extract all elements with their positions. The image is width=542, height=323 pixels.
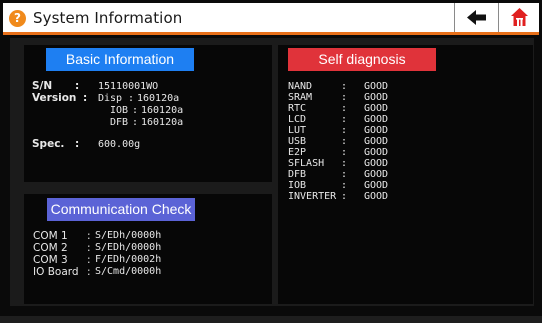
- sn-value: 15110001WO: [98, 81, 159, 92]
- version-label: Version: [32, 92, 77, 104]
- colon: :: [128, 93, 135, 104]
- arrow-left-icon: [467, 10, 486, 25]
- colon: :: [87, 266, 91, 278]
- dfb-label: DFB: [110, 117, 129, 128]
- diag-row-value: GOOD: [364, 191, 389, 202]
- com-row-label: COM 1: [33, 230, 68, 242]
- title-bar: ? System Information: [3, 3, 539, 35]
- spec-label: Spec.: [32, 138, 65, 150]
- communication-check-panel: Communication Check COM 1 : S/EDh/0000h …: [24, 194, 272, 304]
- colon: :: [83, 92, 88, 104]
- iob-version-value: 160120a: [141, 105, 184, 116]
- bottom-bar: [0, 316, 542, 323]
- com-row-label: COM 2: [33, 242, 68, 254]
- basic-information-header: Basic Information: [46, 48, 194, 71]
- com-row-label: COM 3: [33, 254, 68, 266]
- main-content: Basic Information S/N : 15110001WO Versi…: [10, 38, 534, 306]
- iob-label: IOB: [110, 105, 129, 116]
- communication-check-header: Communication Check: [47, 198, 195, 221]
- com-row-value: S/Cmd/0000h: [95, 266, 162, 277]
- disp-label: Disp: [98, 93, 123, 104]
- system-information-screen: ? System Information Basic Information S…: [0, 0, 542, 323]
- self-diagnosis-header: Self diagnosis: [288, 48, 436, 71]
- basic-information-panel: Basic Information S/N : 15110001WO Versi…: [24, 45, 272, 182]
- disp-version-value: 160120a: [137, 93, 180, 104]
- colon: :: [75, 138, 80, 150]
- colon: :: [87, 242, 91, 254]
- com-row-label: IO Board: [33, 266, 79, 278]
- help-icon[interactable]: ?: [9, 10, 26, 27]
- dfb-version-value: 160120a: [141, 117, 184, 128]
- home-button[interactable]: [500, 3, 539, 32]
- window-title: System Information: [33, 9, 183, 27]
- home-icon: [511, 8, 528, 26]
- diag-row-label: INVERTER: [288, 191, 337, 202]
- spec-value: 600.00g: [98, 139, 141, 150]
- com-row-value: S/EDh/0000h: [95, 230, 162, 241]
- title-separator: [498, 3, 499, 32]
- colon: :: [132, 105, 139, 116]
- com-row-value: F/EDh/0002h: [95, 254, 162, 265]
- com-row-value: S/EDh/0000h: [95, 242, 162, 253]
- colon: :: [75, 80, 80, 92]
- colon: :: [87, 254, 91, 266]
- title-separator: [454, 3, 455, 32]
- colon: :: [87, 230, 91, 242]
- self-diagnosis-panel: Self diagnosis NAND : GOOD SRAM : GOOD R…: [278, 45, 533, 304]
- back-button[interactable]: [458, 3, 496, 32]
- colon: :: [132, 117, 139, 128]
- colon: :: [341, 191, 348, 202]
- sn-label: S/N: [32, 80, 53, 92]
